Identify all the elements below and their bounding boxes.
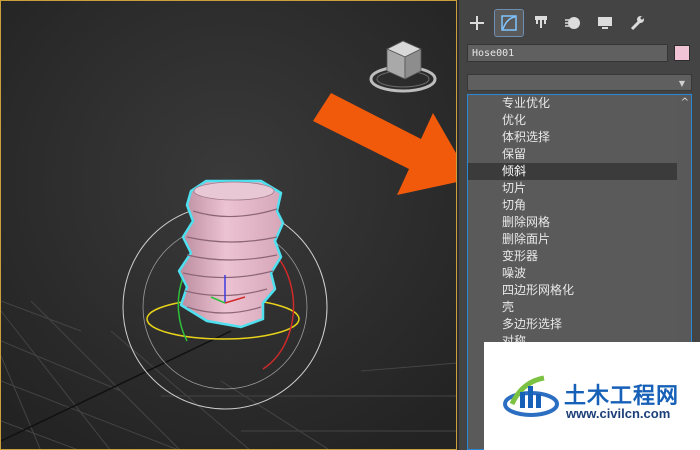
hierarchy-icon [535,16,547,28]
modifier-list-item[interactable]: 优化 [468,112,691,129]
hierarchy-tab[interactable] [527,10,555,36]
modifier-list-item[interactable]: 多边形选择 [468,316,691,333]
object-name-row [467,44,692,64]
motion-tab[interactable] [559,10,587,36]
scroll-up-icon[interactable]: ^ [681,97,689,108]
create-tab[interactable] [463,10,491,36]
civilcn-logo-icon [503,375,559,417]
modifier-list-item[interactable]: 删除网格 [468,214,691,231]
modifier-list-item[interactable]: 噪波 [468,265,691,282]
object-name-field[interactable] [467,44,668,62]
watermark-panel: 土木工程网 www.civilcn.com [484,342,700,450]
perspective-viewport[interactable] [0,0,457,450]
command-panel-tabs [463,9,651,37]
modifier-list-item[interactable]: 专业优化 [468,95,691,112]
modifier-list-item[interactable]: 切片 [468,180,691,197]
display-tab[interactable] [591,10,619,36]
modifier-list-item[interactable]: 壳 [468,299,691,316]
utilities-tab[interactable] [623,10,651,36]
object-color-swatch[interactable] [674,45,690,61]
modify-icon [501,15,517,31]
plus-icon [470,16,484,30]
modifier-list-item[interactable]: 变形器 [468,248,691,265]
modifier-list-item[interactable]: 删除面片 [468,231,691,248]
chevron-down-icon: ▼ [678,79,685,88]
motion-icon [565,17,580,29]
viewport-scene [1,1,456,449]
modify-tab[interactable] [494,9,524,37]
modifier-list-dropdown[interactable]: ▼ [467,74,692,91]
modifier-list-item[interactable]: 保留 [468,146,691,163]
modifier-list-item[interactable]: 四边形网格化 [468,282,691,299]
wrench-icon [630,16,644,31]
modifier-list-item[interactable]: 切角 [468,197,691,214]
modifier-list-item[interactable]: 体积选择 [468,129,691,146]
watermark-url: www.civilcn.com [566,406,671,421]
display-icon [598,17,612,29]
modifier-list-item[interactable]: 倾斜 [468,163,691,180]
